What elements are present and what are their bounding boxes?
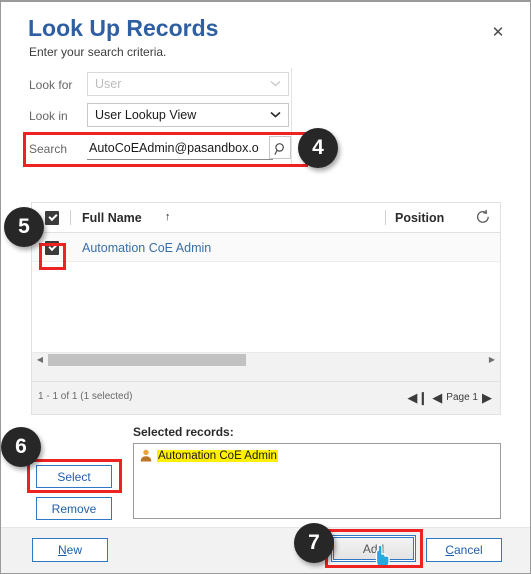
scroll-right-arrow-icon[interactable]: ▶ — [485, 353, 499, 367]
annotation-badge-6: 6 — [1, 427, 41, 467]
search-icon[interactable] — [269, 136, 291, 159]
look-for-select[interactable]: User — [87, 72, 289, 96]
new-button-label: ew — [66, 543, 82, 557]
selected-records-box[interactable]: Automation CoE Admin — [133, 443, 501, 519]
dialog-header: Look Up Records Enter your search criter… — [1, 2, 530, 62]
cancel-button[interactable]: Cancel — [426, 538, 502, 562]
column-separator — [70, 210, 71, 225]
pagination-controls: ◀❙ ◀ Page 1 ▶ — [407, 388, 492, 406]
record-count-label: 1 - 1 of 1 (1 selected) — [38, 391, 133, 402]
page-number-label: Page 1 — [446, 391, 478, 403]
previous-page-button[interactable]: ◀ — [432, 391, 442, 404]
look-for-label: Look for — [29, 78, 73, 92]
grid-footer-strip — [32, 366, 500, 381]
horizontal-scrollbar[interactable]: ◀ ▶ — [32, 352, 500, 366]
pagination-bar: 1 - 1 of 1 (1 selected) ◀❙ ◀ Page 1 ▶ — [31, 382, 501, 415]
look-in-select[interactable]: User Lookup View — [87, 103, 289, 127]
new-button[interactable]: New — [32, 538, 108, 562]
search-input[interactable] — [87, 137, 273, 159]
remove-button[interactable]: Remove — [36, 497, 112, 520]
close-icon[interactable]: ✕ — [488, 23, 508, 43]
next-page-button[interactable]: ▶ — [482, 391, 492, 404]
search-input-wrapper — [87, 137, 273, 160]
cancel-button-accel: C — [445, 543, 454, 557]
dialog-subtitle: Enter your search criteria. — [29, 45, 167, 59]
chevron-down-icon — [270, 78, 281, 89]
chevron-down-icon — [270, 109, 281, 120]
sort-ascending-icon: ↑ — [165, 211, 171, 223]
add-button[interactable]: Add — [333, 537, 414, 560]
look-in-value: User Lookup View — [95, 108, 197, 122]
grid-header-row: Full Name ↑ Position — [32, 203, 500, 233]
grid-empty-area — [32, 262, 500, 339]
select-all-checkbox[interactable] — [45, 211, 59, 225]
select-all-cell[interactable] — [32, 203, 70, 232]
selected-records-label: Selected records: — [133, 425, 234, 439]
column-separator — [385, 210, 386, 225]
select-button[interactable]: Select — [36, 465, 112, 488]
list-item-label: Automation CoE Admin — [157, 449, 278, 462]
results-grid: Full Name ↑ Position Automation CoE Admi… — [31, 202, 501, 382]
column-header-position[interactable]: Position — [395, 211, 444, 225]
table-row[interactable]: Automation CoE Admin — [32, 233, 500, 262]
scrollbar-thumb[interactable] — [48, 354, 246, 366]
page-title: Look Up Records — [28, 15, 219, 41]
column-header-full-name[interactable]: Full Name — [82, 211, 142, 225]
annotation-badge-4: 4 — [298, 128, 338, 168]
cancel-button-label: ancel — [453, 543, 483, 557]
list-item[interactable]: Automation CoE Admin — [140, 448, 278, 463]
lookup-records-dialog: Look Up Records Enter your search criter… — [0, 0, 531, 574]
search-label: Search — [29, 142, 68, 156]
look-in-label: Look in — [29, 109, 68, 123]
criteria-divider — [291, 68, 292, 164]
add-button-focus-ring: Add — [331, 535, 416, 562]
look-for-value: User — [95, 77, 122, 91]
row-checkbox[interactable] — [45, 241, 59, 255]
first-page-button[interactable]: ◀❙ — [407, 391, 428, 404]
new-button-accel: N — [57, 543, 67, 557]
scroll-left-arrow-icon[interactable]: ◀ — [33, 353, 47, 367]
user-icon — [140, 449, 152, 462]
refresh-icon[interactable] — [466, 203, 500, 232]
row-full-name-link[interactable]: Automation CoE Admin — [82, 241, 211, 255]
